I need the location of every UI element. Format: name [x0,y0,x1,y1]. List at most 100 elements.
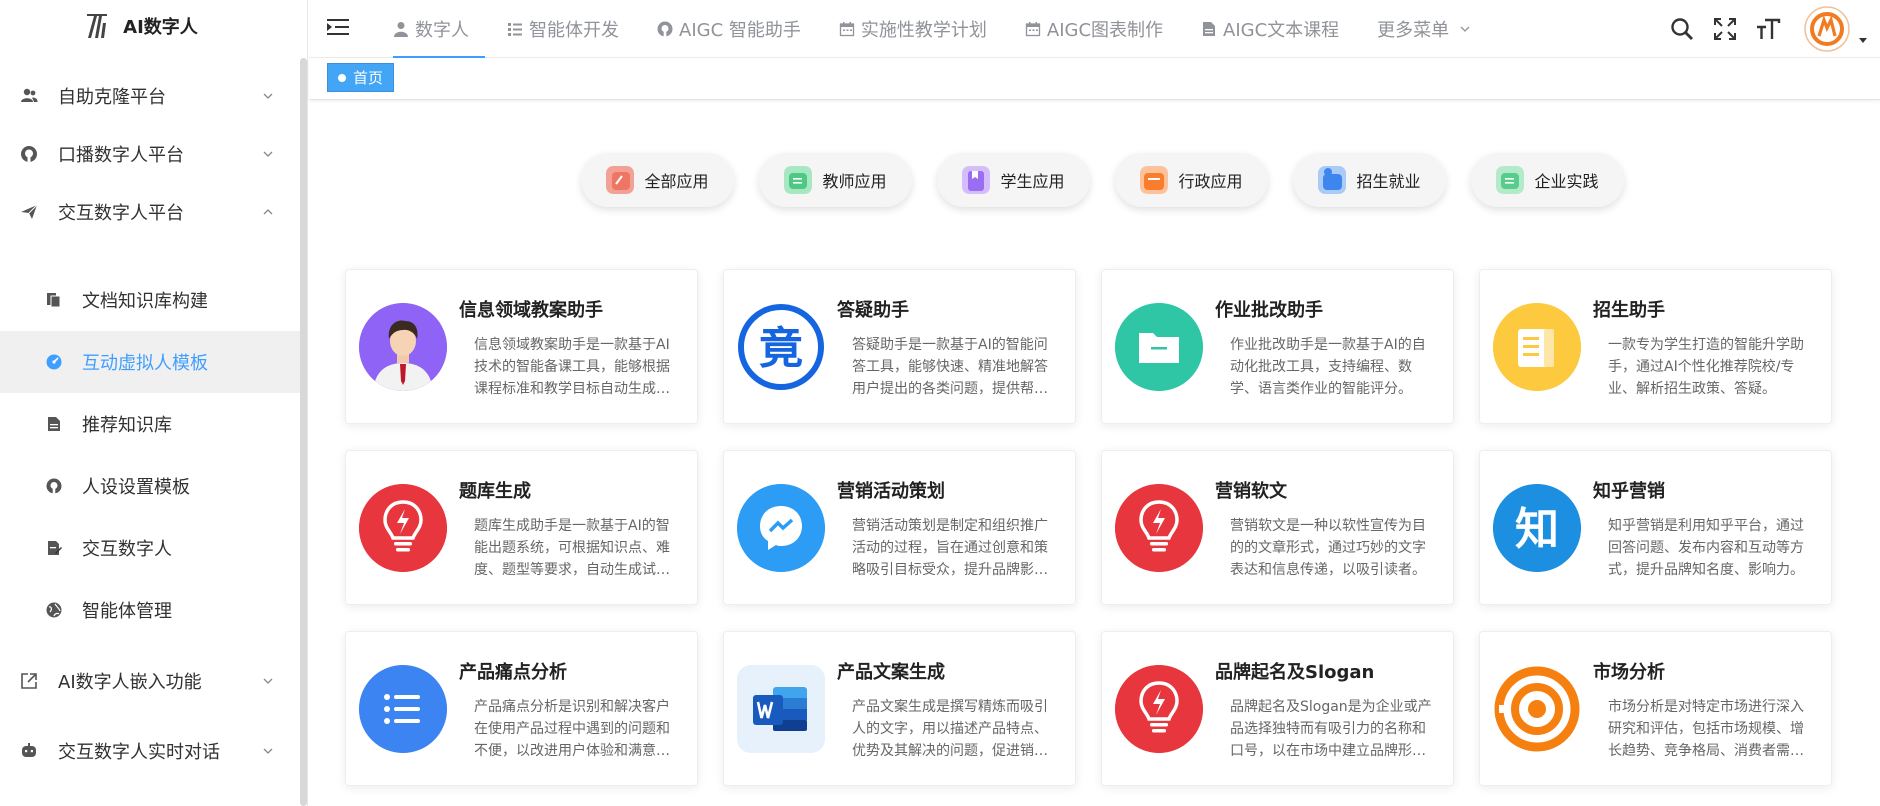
app-card-desc: 知乎营销是利用知乎平台，通过回答问题、发布内容和互动等方式，提升品牌知名度、影响… [1608,518,1804,578]
app-card[interactable]: 产品文案生成 产品文案生成是撰写精炼而吸引人的文字，用以描述产品特点、优势及其解… [723,631,1076,786]
category-enterprise[interactable]: 企业实践 [1471,153,1624,207]
sidebar-item-virtual-template[interactable]: 互动虚拟人模板 [0,331,300,393]
category-student-icon [962,166,991,194]
app-card[interactable]: 产品痛点分析 产品痛点分析是识别和解决客户在使用产品过程中遇到的问题和不便，以改… [345,631,698,786]
category-teacher-icon [784,166,813,194]
nav-item-label: 智能体开发 [529,20,619,41]
sidebar-item-label: 人设设置模板 [82,477,190,498]
nav-item-teaching-plan[interactable]: 实施性教学计划 [825,0,1001,58]
top-nav: 数字人 智能体开发 AIGC 智能助手 实施性教学计划 AIGC图表制作 AIG… [379,0,1495,58]
sidebar-group-realtime-chat[interactable]: 交互数字人实时对话 [0,720,300,782]
app-card[interactable]: 知 知乎营销 知乎营销是利用知乎平台，通过回答问题、发布内容和互动等方式，提升品… [1479,450,1832,605]
header-actions [1669,0,1880,58]
sidebar-group-broadcast[interactable]: 口播数字人平台 [0,123,300,185]
calendar-icon [1025,22,1041,37]
font-size-icon[interactable] [1755,16,1781,42]
send-icon [20,203,38,221]
globe-icon [46,602,62,618]
nav-more-label: 更多菜单 [1377,20,1450,41]
category-admin[interactable]: 行政应用 [1115,153,1268,207]
tag-home[interactable]: 首页 [327,63,395,92]
calendar-icon [839,22,855,37]
tag-label: 首页 [353,69,384,87]
github-icon [46,478,62,494]
avatar[interactable] [1804,6,1850,52]
app-card[interactable]: 信息领域教案助手 信息领域教案助手是一款基于AI技术的智能备课工具，能够根据课程… [345,269,698,424]
nav-item-aigc-assistant[interactable]: AIGC 智能助手 [643,0,815,58]
category-enrollment[interactable]: 招生就业 [1293,153,1446,207]
category-enrollment-icon [1318,166,1347,194]
list-bullets-icon [359,665,447,753]
user-icon [394,22,408,37]
app-card[interactable]: 作业批改助手 作业批改助手是一款基于AI的自动化批改工具，支持编程、数学、语言类… [1101,269,1454,424]
app-card[interactable]: 招生助手 一款专为学生打造的智能升学助手，通过AI个性化推荐院校/专业、解析招生… [1479,269,1832,424]
category-teacher[interactable]: 教师应用 [759,153,912,207]
search-icon[interactable] [1669,16,1695,42]
app-card-title: 题库生成 [459,481,531,502]
sidebar-item-persona-template[interactable]: 人设设置模板 [0,455,300,517]
app-card-desc: 市场分析是对特定市场进行深入研究和评估，包括市场规模、增长趋势、竞争格局、消费者… [1608,699,1804,759]
logo[interactable]: AI数字人 [0,0,307,52]
github-icon [657,21,673,37]
sidebar-scrollbar[interactable] [300,58,307,806]
category-admin-icon [1140,166,1169,194]
category-all[interactable]: 全部应用 [581,153,734,207]
dashboard-icon [46,354,62,370]
sidebar-group-label: 自助克隆平台 [58,87,166,108]
sidebar: AI数字人 自助克隆平台 口播数字人平台 交互数字人平台 文档知识库构建 互动虚… [0,0,308,806]
nav-item-digital-human[interactable]: 数字人 [379,0,485,58]
app-card[interactable]: 题库生成 题库生成助手是一款基于AI的智能出题系统，可根据知识点、难度、题型等要… [345,450,698,605]
top-header: 数字人 智能体开发 AIGC 智能助手 实施性教学计划 AIGC图表制作 AIG… [309,0,1880,58]
file-text-icon [46,416,62,432]
app-card-desc: 题库生成助手是一款基于AI的智能出题系统，可根据知识点、难度、题型等要求，自动生… [474,518,670,578]
hamburger-icon[interactable] [327,17,349,37]
lightbulb-icon [1115,484,1203,572]
nav-more-menu[interactable]: 更多菜单 [1363,0,1485,58]
app-card[interactable]: 营销活动策划 营销活动策划是制定和组织推广活动的过程，旨在通过创意和策略吸引目标… [723,450,1076,605]
sidebar-item-interactive-human[interactable]: 交互数字人 [0,517,300,579]
app-card[interactable]: 品牌起名及Slogan 品牌起名及Slogan是为企业或产品选择独特而有吸引力的… [1101,631,1454,786]
category-label: 教师应用 [822,172,887,191]
app-card[interactable]: 市场分析 市场分析是对特定市场进行深入研究和评估，包括市场规模、增长趋势、竞争格… [1479,631,1832,786]
chevron-up-icon [263,209,273,215]
lightbulb-icon [359,484,447,572]
sidebar-item-agent-manage[interactable]: 智能体管理 [0,579,300,641]
app-card[interactable]: 营销软文 营销软文是一种以软性宣传为目的的文章形式，通过巧妙的文字表达和信息传递… [1101,450,1454,605]
category-label: 学生应用 [1000,172,1065,191]
app-card-desc: 一款专为学生打造的智能升学助手，通过AI个性化推荐院校/专业、解析招生政策、答疑… [1608,337,1804,397]
sidebar-item-recommend-kb[interactable]: 推荐知识库 [0,393,300,455]
fullscreen-icon[interactable] [1712,16,1738,42]
nav-item-aigc-chart[interactable]: AIGC图表制作 [1011,0,1177,58]
sidebar-group-interactive[interactable]: 交互数字人平台 [0,181,300,243]
tag-dot [338,73,346,82]
app-card-title: 答疑助手 [837,300,909,321]
jing-badge-icon: 竟 [737,303,825,391]
logo-text: AI数字人 [123,17,198,38]
category-filter: 全部应用 教师应用 学生应用 行政应用 招生就业 企业实践 [581,153,1624,207]
app-card-title: 招生助手 [1593,300,1665,321]
app-card-grid: 信息领域教案助手 信息领域教案助手是一款基于AI技术的智能备课工具，能够根据课程… [345,269,1832,786]
users-icon [20,87,38,105]
category-student[interactable]: 学生应用 [937,153,1090,207]
tags-view: 首页 [309,58,1880,100]
nav-item-label: AIGC 智能助手 [679,20,801,41]
app-card[interactable]: 竟 答疑助手 答疑助手是一款基于AI的智能问答工具，能够快速、精准地解答用户提出… [723,269,1076,424]
app-card-desc: 产品文案生成是撰写精炼而吸引人的文字，用以描述产品特点、优势及其解决的问题，促进… [852,699,1048,759]
lightbulb-icon [1115,665,1203,753]
chevron-down-icon [263,678,273,684]
sidebar-group-embed[interactable]: AI数字人嵌入功能 [0,650,300,712]
nav-item-agent-dev[interactable]: 智能体开发 [493,0,633,58]
external-link-icon [20,672,38,690]
category-label: 全部应用 [644,172,709,191]
sidebar-group-self-clone[interactable]: 自助克隆平台 [0,65,300,127]
app-card-title: 信息领域教案助手 [459,300,603,321]
app-card-title: 品牌起名及Slogan [1215,662,1375,683]
folder-icon [1115,303,1203,391]
nav-item-aigc-text-course[interactable]: AIGC文本课程 [1187,0,1353,58]
category-label: 行政应用 [1178,172,1243,191]
caret-down-icon[interactable] [1858,35,1868,45]
documents-icon [46,292,62,308]
nav-item-label: AIGC文本课程 [1223,20,1340,41]
book-icon [1493,303,1581,391]
sidebar-item-doc-kb[interactable]: 文档知识库构建 [0,269,300,331]
